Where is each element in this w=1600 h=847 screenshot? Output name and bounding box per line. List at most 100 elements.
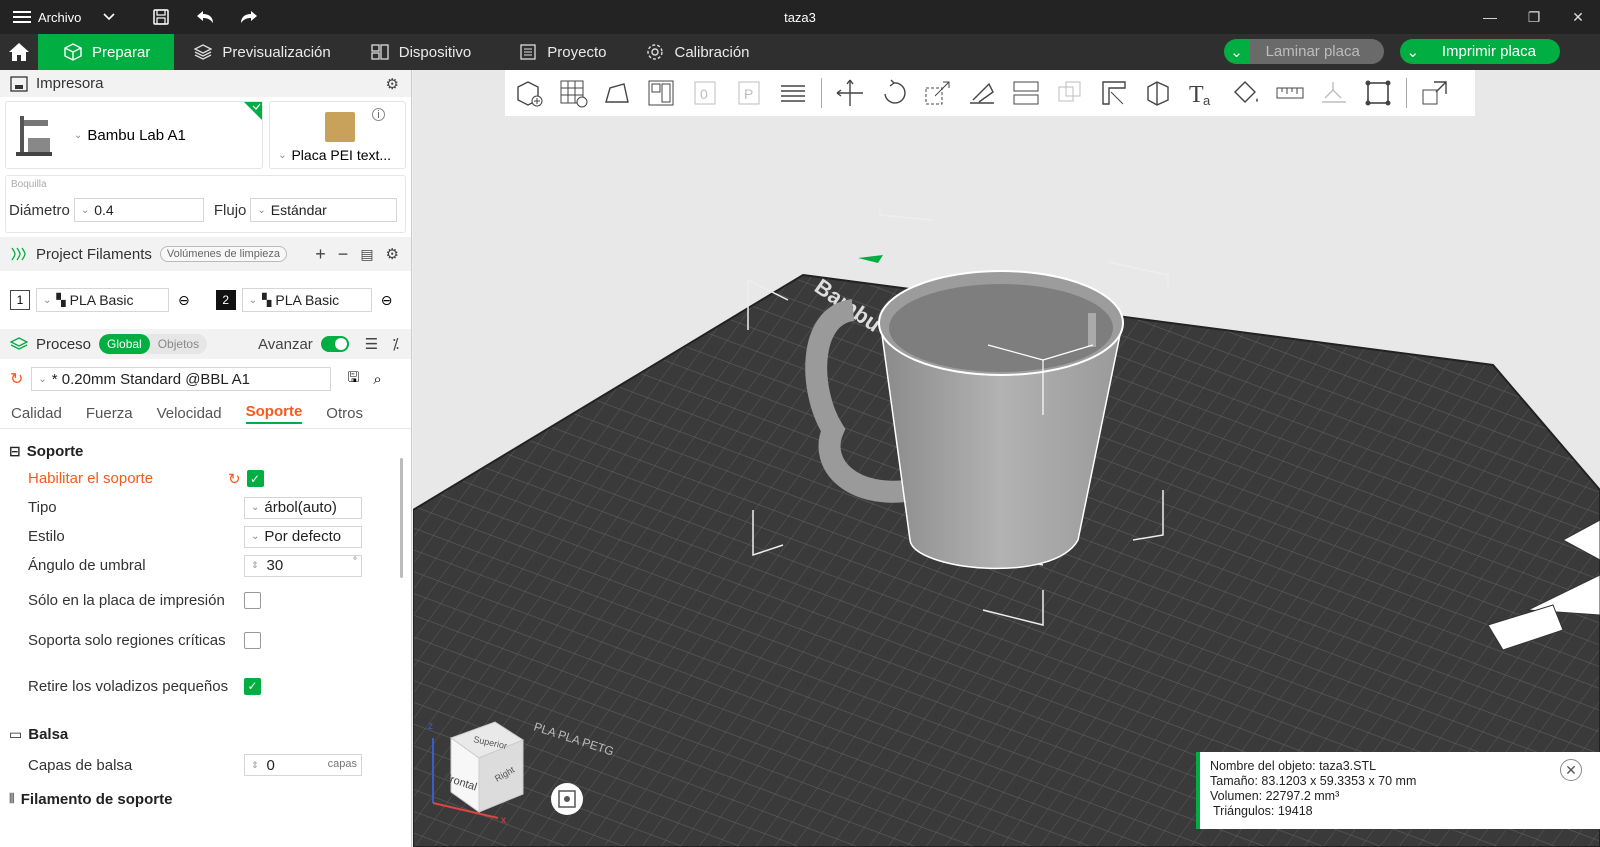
chevron-down-icon: ⌄ [74,129,83,141]
reset-icon[interactable]: ↻ [10,369,23,389]
cut-icon[interactable] [1010,77,1042,109]
chevron-down-icon[interactable] [99,7,119,27]
more-options-icon[interactable]: ⊖ [381,292,393,309]
remove-filament-icon[interactable]: − [338,244,349,265]
support-style-select[interactable]: ⌄ Por defecto [244,525,362,548]
stepper-icon[interactable]: ⇕ [251,560,259,571]
critical-regions-checkbox[interactable] [244,631,261,649]
print-plate-button[interactable]: ⌄ Imprimir placa [1399,39,1560,64]
list-icon[interactable]: ☰ [365,335,378,353]
reset-icon[interactable]: ↻ [228,470,241,488]
remove-small-overhangs-checkbox[interactable]: ✓ [244,677,261,695]
text-tool-icon[interactable]: Ta [1186,77,1218,109]
rotate-icon[interactable] [878,77,910,109]
file-menu[interactable]: Archivo [0,7,259,27]
filament-name-2: PLA Basic [275,292,340,308]
plate-only-checkbox[interactable] [244,591,261,609]
assemble-icon[interactable] [1318,77,1350,109]
filament-icon [11,247,26,261]
tab-device[interactable]: Dispositivo [351,34,492,70]
advanced-toggle[interactable] [320,336,349,352]
scope-objects[interactable]: Objetos [150,334,207,354]
diameter-select[interactable]: ⌄ 0.4 [73,198,204,222]
stepper-icon[interactable]: ⇕ [251,760,259,771]
flow-select[interactable]: ⌄ Estándar [250,198,398,222]
explode-icon[interactable] [1419,77,1451,109]
search-icon[interactable]: ⌕ [373,371,381,388]
gear-icon[interactable]: ⚙ [386,75,399,93]
scope-global[interactable]: Global [99,334,150,354]
measure-icon[interactable] [1274,77,1306,109]
undo-icon[interactable] [195,7,215,27]
home-icon[interactable] [0,34,38,70]
3d-viewport[interactable]: Bambu Textured PEI Plate PLA PLA PETG [413,70,1600,847]
reset-view-icon[interactable] [551,783,583,815]
tab-support[interactable]: Soporte [245,403,303,424]
tab-device-label: Dispositivo [398,43,472,61]
scale-icon[interactable] [922,77,954,109]
redo-icon[interactable] [239,7,259,27]
threshold-angle-label: Ángulo de umbral [28,557,146,574]
tab-speed[interactable]: Velocidad [157,405,222,422]
rotate-handle-icon[interactable] [858,255,883,263]
printer-section-title: Impresora [36,75,104,92]
split-parts-icon[interactable]: P [733,77,765,109]
printer-select[interactable]: ⌄ Bambu Lab A1 [5,101,264,169]
filament-select-1[interactable]: ⌄ ▚ PLA Basic [36,288,169,312]
info-icon[interactable]: i [372,108,385,121]
filament-spool-icon: ▚ [56,293,66,307]
boolean-icon[interactable] [1054,77,1086,109]
tab-strength[interactable]: Fuerza [86,405,133,422]
hamburger-menu-icon [12,7,32,27]
add-filament-icon[interactable]: + [315,244,326,265]
minimize-icon[interactable]: — [1468,0,1512,34]
device-icon [371,44,389,60]
close-icon[interactable]: ✕ [1560,759,1582,781]
auto-orient-icon[interactable] [601,77,633,109]
nozzle-box: Boquilla Diámetro ⌄ 0.4 Flujo ⌄ Estándar [5,175,406,233]
support-icon: ⊟ [9,442,21,459]
tab-quality[interactable]: Calidad [11,405,62,422]
close-window-icon[interactable]: ✕ [1556,0,1600,34]
color-paint-icon[interactable] [1230,77,1262,109]
process-profile-select[interactable]: ⌄ * 0.20mm Standard @BBL A1 [31,367,332,391]
tab-preview[interactable]: Previsualización [174,34,350,70]
enable-support-checkbox[interactable]: ✓ [246,470,264,487]
more-options-icon[interactable]: ⊖ [178,292,190,309]
raft-layers-input[interactable]: ⇕ 0 capas [244,754,362,776]
scope-toggle[interactable]: Global Objetos [99,334,208,354]
arrange-icon[interactable] [645,77,677,109]
nozzle-label: Boquilla [11,179,47,190]
slice-plate-button[interactable]: ⌄ Laminar placa [1223,39,1384,64]
layers-list-icon[interactable] [777,77,809,109]
plate-select[interactable]: i ⌄ Placa PEI text... [269,101,406,169]
sync-ams-icon[interactable]: ▤ [360,246,373,263]
tab-project[interactable]: Proyecto [499,34,626,70]
compare-icon[interactable]: ⁒ [392,335,399,353]
save-icon[interactable] [151,7,171,27]
move-icon[interactable] [834,77,866,109]
layers-icon [194,44,213,60]
support-type-select[interactable]: ⌄ árbol(auto) [244,496,362,519]
lay-on-face-icon[interactable] [966,77,998,109]
filament-name-1: PLA Basic [69,292,134,308]
filament-select-2[interactable]: ⌄ ▚ PLA Basic [241,288,372,312]
tab-others[interactable]: Otros [326,405,363,422]
gear-icon[interactable]: ⚙ [386,245,399,263]
chevron-down-icon: ⌄ [80,204,90,216]
fit-view-icon[interactable] [1362,77,1394,109]
seam-paint-icon[interactable] [1142,77,1174,109]
tab-calibration[interactable]: Calibración [626,34,769,70]
add-plate-icon[interactable] [557,77,589,109]
restore-icon[interactable]: ❐ [1512,0,1556,34]
flush-volumes-button[interactable]: Volúmenes de limpieza [159,246,287,262]
split-objects-icon[interactable]: 0 [689,77,721,109]
build-plate-scene[interactable]: Bambu Textured PEI Plate PLA PLA PETG [413,70,1600,847]
threshold-angle-input[interactable]: ⇕ 30 ° [244,554,362,577]
add-object-icon[interactable] [513,77,545,109]
support-paint-icon[interactable] [1098,77,1130,109]
save-icon[interactable]: 🖫 [347,367,359,391]
tab-prepare[interactable]: Preparar [38,34,175,70]
chevron-down-icon[interactable]: ⌄ [1399,39,1426,64]
chevron-down-icon[interactable]: ⌄ [1223,39,1250,64]
